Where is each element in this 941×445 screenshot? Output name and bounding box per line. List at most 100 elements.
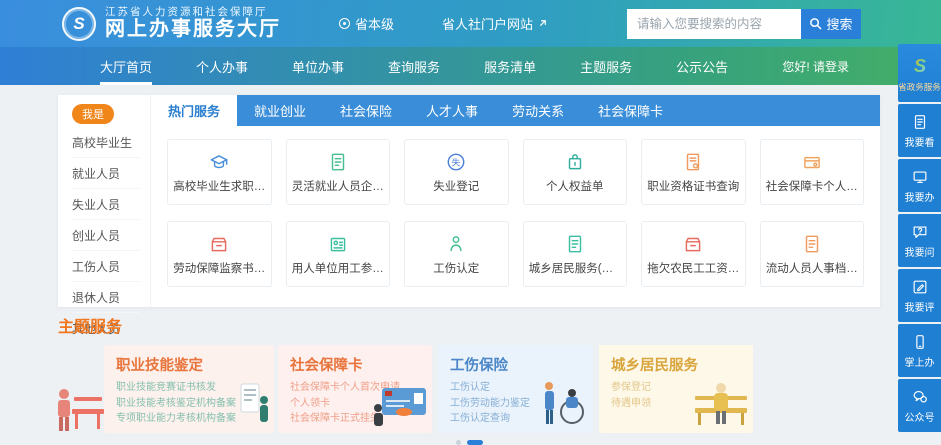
svg-text:S: S (913, 56, 925, 76)
sidebar-item-injured[interactable]: 工伤人员 (72, 251, 140, 282)
rail-label: 省政务服务 (898, 81, 941, 93)
search-icon (809, 17, 822, 30)
nav-item-query[interactable]: 查询服务 (388, 47, 440, 85)
rail-wechat-official[interactable]: 公众号 (898, 379, 941, 432)
sidebar-item-graduate[interactable]: 高校毕业生 (72, 127, 140, 158)
main-panel: 我是 高校毕业生 就业人员 失业人员 创业人员 工伤人员 退休人员 其他人员 热… (58, 95, 880, 307)
theme-card-skill-appraisal[interactable]: 职业技能鉴定 职业技能竞赛证书核发 职业技能考核鉴定机构备案 专项职业能力考核机… (104, 345, 274, 433)
search-button-label: 搜索 (826, 14, 852, 33)
portal-link-label: 省人社门户网站 (442, 14, 533, 33)
theme-services-section: 主题服务 职业技能鉴定 职业技能竞赛证书核发 职业技能考核鉴定机构备案 专项职业… (58, 313, 880, 445)
social-security-card-illustration (370, 384, 428, 431)
rail-mobile-service[interactable]: 掌上办 (898, 324, 941, 377)
service-card[interactable]: 工伤认定 (404, 221, 509, 287)
search-input[interactable] (627, 9, 801, 39)
service-label: 工伤认定 (429, 260, 483, 276)
nav-item-home[interactable]: 大厅首页 (100, 47, 152, 85)
checklist-person-illustration (240, 380, 270, 431)
document-icon (327, 151, 349, 173)
service-card[interactable]: 城乡居民服务(徐... (523, 221, 628, 287)
theme-card-title: 社会保障卡 (290, 354, 420, 375)
service-label: 职业资格证书查询 (643, 178, 743, 194)
sidebar-item-employed[interactable]: 就业人员 (72, 158, 140, 189)
login-link[interactable]: 您好! 请登录 (782, 47, 849, 85)
external-link-icon (537, 18, 548, 29)
rail-i-want-to-read[interactable]: 我要看 (898, 104, 941, 157)
wheelchair-illustration (537, 378, 589, 431)
social-card-icon (801, 151, 823, 173)
rail-label: 我要办 (905, 189, 935, 204)
archive-doc-icon (801, 233, 823, 255)
right-quick-rail: S 省政务服务 我要看 我要办 我要问 我要评 掌上办 公众号 (898, 44, 941, 432)
service-label: 流动人员人事档案... (762, 260, 862, 276)
service-label: 高校毕业生求职登记 (169, 178, 269, 194)
sidebar-item-unemployed[interactable]: 失业人员 (72, 189, 140, 220)
tab-social-card[interactable]: 社会保障卡 (581, 95, 680, 126)
service-card[interactable]: 劳动保障监察书面... (167, 221, 272, 287)
theme-card-social-card[interactable]: 社会保障卡 社会保障卡个人首次申请 个人领卡 社会保障卡正式挂失 (278, 345, 432, 433)
service-card[interactable]: 流动人员人事档案... (760, 221, 865, 287)
sidebar-item-entrepreneur[interactable]: 创业人员 (72, 220, 140, 251)
service-card[interactable]: 用人单位用工参保... (286, 221, 391, 287)
rail-i-want-to-do[interactable]: 我要办 (898, 159, 941, 212)
main-nav: 大厅首页 个人办事 单位办事 查询服务 服务清单 主题服务 公示公告 您好! 请… (0, 47, 941, 85)
theme-card-title: 职业技能鉴定 (116, 354, 262, 375)
carousel-dot[interactable] (456, 440, 461, 445)
nav-item-service-list[interactable]: 服务清单 (484, 47, 536, 85)
edit-icon (911, 278, 929, 296)
wage-box-icon (682, 233, 704, 255)
region-selector[interactable]: 省本级 (339, 14, 394, 33)
document-icon (911, 113, 929, 131)
tab-labor-relations[interactable]: 劳动关系 (495, 95, 581, 126)
tab-social-insurance[interactable]: 社会保险 (323, 95, 409, 126)
hrss-emblem-logo: S (62, 7, 96, 41)
service-card[interactable]: 社会保障卡个人首... (760, 139, 865, 205)
elderly-bench-illustration (693, 380, 749, 431)
tab-employment[interactable]: 就业创业 (237, 95, 323, 126)
question-bubble-icon (911, 223, 929, 241)
service-card[interactable]: 个人权益单 (523, 139, 628, 205)
nav-item-announcements[interactable]: 公示公告 (676, 47, 728, 85)
nav-item-personal[interactable]: 个人办事 (196, 47, 248, 85)
sidebar-item-retired[interactable]: 退休人员 (72, 282, 140, 313)
org-name: 江苏省人力资源和社会保障厅 (105, 6, 281, 18)
search-button[interactable]: 搜索 (801, 9, 861, 39)
carousel-pagination (58, 440, 880, 445)
carousel-dot-active[interactable] (467, 440, 483, 445)
service-label: 失业登记 (429, 178, 483, 194)
rail-i-want-to-ask[interactable]: 我要问 (898, 214, 941, 267)
nav-item-theme-services[interactable]: 主题服务 (580, 47, 632, 85)
tab-hot-services[interactable]: 热门服务 (151, 95, 237, 126)
smartphone-icon (911, 333, 929, 351)
site-search: 搜索 (627, 9, 861, 39)
theme-card-resident-services[interactable]: 城乡居民服务 参保登记 待遇申领 (599, 345, 753, 433)
rail-gov-services[interactable]: S 省政务服务 (898, 44, 941, 102)
resident-doc-icon (564, 233, 586, 255)
rail-label: 我要问 (905, 244, 935, 259)
rail-i-want-to-review[interactable]: 我要评 (898, 269, 941, 322)
theme-card-work-injury[interactable]: 工伤保险 工伤认定 工伤劳动能力鉴定 工伤认定查询 (438, 345, 593, 433)
gov-services-logo: S (908, 54, 932, 78)
graduation-cap-icon (208, 151, 230, 173)
service-card[interactable]: 高校毕业生求职登记 (167, 139, 272, 205)
rail-label: 掌上办 (905, 354, 935, 369)
service-label: 城乡居民服务(徐... (525, 260, 625, 276)
top-header: S 江苏省人力资源和社会保障厅 网上办事服务大厅 省本级 省人社门户网站 搜索 (0, 0, 941, 47)
nav-item-unit[interactable]: 单位办事 (292, 47, 344, 85)
service-label: 拖欠农民工工资线... (643, 260, 743, 276)
service-tabs: 热门服务 就业创业 社会保险 人才人事 劳动关系 社会保障卡 (151, 95, 880, 126)
inspection-box-icon (208, 233, 230, 255)
theme-cards-row: 职业技能鉴定 职业技能竞赛证书核发 职业技能考核鉴定机构备案 专项职业能力考核机… (58, 345, 880, 433)
site-titles: 江苏省人力资源和社会保障厅 网上办事服务大厅 (105, 6, 281, 41)
tab-talent[interactable]: 人才人事 (409, 95, 495, 126)
service-card[interactable]: 失 失业登记 (404, 139, 509, 205)
service-card[interactable]: 灵活就业人员企业... (286, 139, 391, 205)
service-label: 社会保障卡个人首... (762, 178, 862, 194)
service-card[interactable]: 拖欠农民工工资线... (641, 221, 746, 287)
rail-label: 我要看 (905, 134, 935, 149)
portal-site-link[interactable]: 省人社门户网站 (442, 14, 548, 33)
theme-services-heading: 主题服务 (58, 313, 880, 337)
services-content: 热门服务 就业创业 社会保险 人才人事 劳动关系 社会保障卡 高校毕业生求职登记… (151, 95, 880, 307)
service-card[interactable]: 职业资格证书查询 (641, 139, 746, 205)
bench-person-illustration (58, 345, 104, 433)
